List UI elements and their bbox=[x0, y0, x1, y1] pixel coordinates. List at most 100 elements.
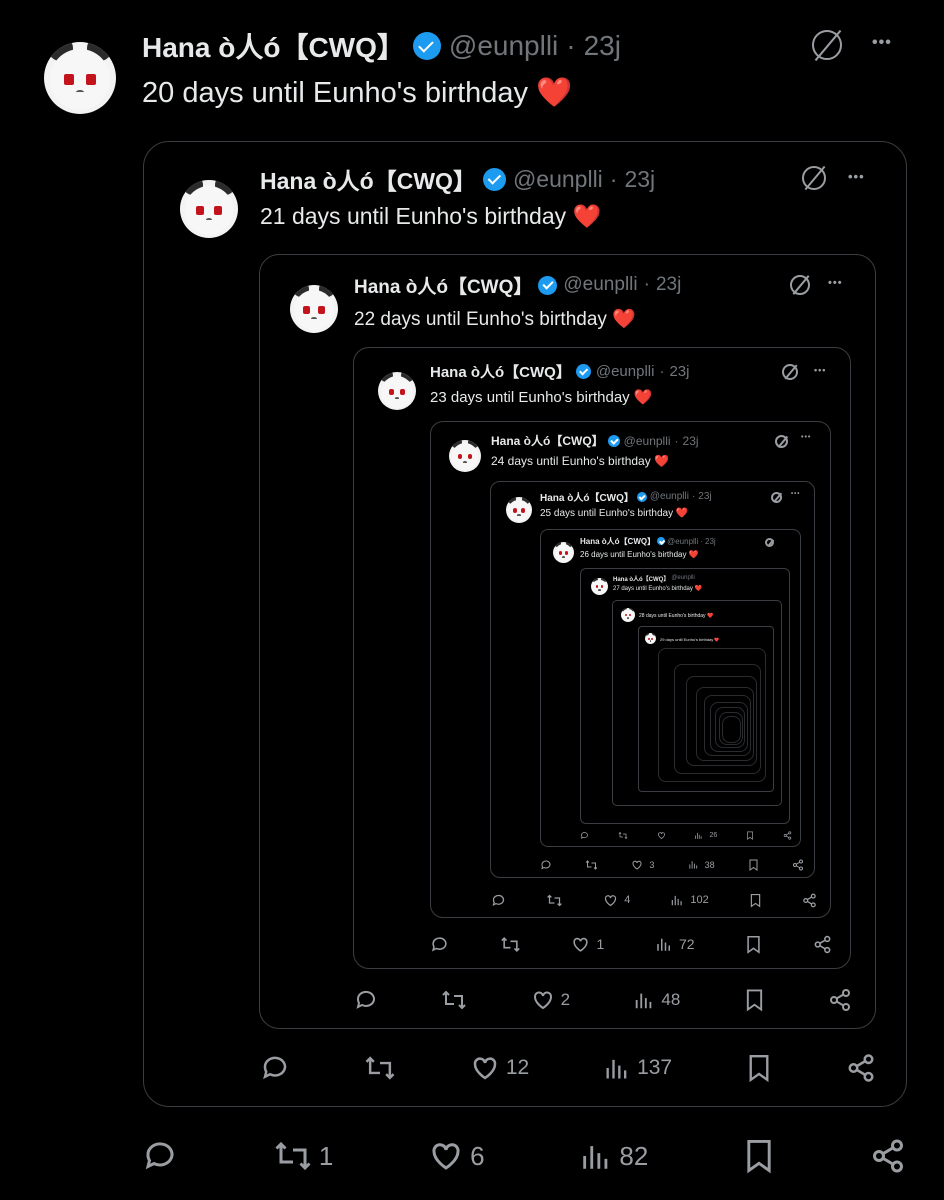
tweet-text: 27 days until Eunho's birthday bbox=[613, 586, 693, 592]
views-button[interactable]: 72 bbox=[655, 935, 695, 953]
timestamp[interactable]: 23j bbox=[669, 363, 689, 380]
share-button[interactable] bbox=[813, 935, 832, 954]
reply-button[interactable] bbox=[142, 1138, 178, 1174]
grok-icon[interactable] bbox=[771, 492, 782, 503]
retweet-button[interactable]: 1 bbox=[273, 1138, 333, 1174]
author-handle[interactable]: @eunplli bbox=[449, 30, 558, 62]
more-icon[interactable]: ••• bbox=[801, 434, 811, 441]
retweet-button[interactable] bbox=[546, 893, 563, 908]
retweet-button[interactable] bbox=[585, 859, 598, 871]
reply-button[interactable] bbox=[540, 859, 552, 871]
views-icon bbox=[672, 895, 683, 906]
reply-icon bbox=[145, 1142, 174, 1170]
like-button[interactable]: 12 bbox=[470, 1053, 529, 1083]
author-handle[interactable]: @eunplli bbox=[596, 363, 655, 380]
heart-icon bbox=[605, 894, 617, 906]
author-handle[interactable]: @eunplli bbox=[671, 575, 694, 581]
reply-button[interactable] bbox=[430, 935, 449, 954]
bookmark-icon bbox=[747, 935, 760, 954]
retweet-icon bbox=[618, 831, 628, 839]
reply-button[interactable] bbox=[580, 831, 589, 840]
bookmark-button[interactable] bbox=[744, 988, 765, 1012]
more-icon[interactable]: ••• bbox=[872, 34, 892, 52]
heart-icon bbox=[657, 831, 665, 839]
avatar[interactable] bbox=[180, 180, 238, 238]
author-name[interactable]: Hana ò⼈ó【CWQ】 bbox=[491, 432, 604, 449]
grok-icon[interactable] bbox=[775, 435, 788, 448]
bookmark-button[interactable] bbox=[746, 831, 754, 840]
more-icon[interactable]: ••• bbox=[828, 277, 843, 289]
bookmark-button[interactable] bbox=[745, 935, 762, 954]
author-name[interactable]: Hana ò⼈ó【CWQ】 bbox=[430, 361, 571, 382]
like-button[interactable]: 6 bbox=[428, 1138, 485, 1174]
timestamp[interactable]: 23j bbox=[698, 491, 711, 502]
views-button[interactable]: 48 bbox=[633, 989, 680, 1011]
like-button[interactable]: 2 bbox=[531, 988, 570, 1012]
bookmark-button[interactable] bbox=[749, 893, 762, 908]
author-name[interactable]: Hana ò⼈ó【CWQ】 bbox=[142, 26, 405, 66]
avatar[interactable] bbox=[621, 608, 635, 622]
reply-button[interactable] bbox=[260, 1053, 290, 1083]
reply-button[interactable] bbox=[491, 893, 506, 908]
timestamp[interactable]: 23j bbox=[705, 537, 716, 546]
like-button[interactable] bbox=[657, 831, 666, 840]
retweet-icon bbox=[547, 894, 562, 906]
share-button[interactable] bbox=[846, 1053, 876, 1083]
avatar[interactable] bbox=[378, 372, 416, 410]
share-button[interactable] bbox=[870, 1138, 906, 1174]
avatar[interactable] bbox=[553, 542, 574, 563]
grok-icon[interactable] bbox=[802, 166, 826, 190]
author-name[interactable]: Hana ò⼈ó【CWQ】 bbox=[540, 489, 634, 504]
grok-icon[interactable] bbox=[790, 275, 810, 295]
avatar[interactable] bbox=[449, 440, 481, 472]
timestamp[interactable]: 23j bbox=[584, 30, 621, 62]
views-button[interactable]: 102 bbox=[670, 893, 709, 907]
like-button[interactable]: 4 bbox=[603, 893, 630, 908]
timestamp[interactable]: 23j bbox=[624, 166, 655, 193]
avatar[interactable] bbox=[506, 497, 532, 523]
views-button[interactable]: 26 bbox=[694, 831, 717, 840]
retweet-button[interactable] bbox=[441, 988, 467, 1012]
views-button[interactable]: 137 bbox=[603, 1054, 672, 1082]
author-handle[interactable]: @eunplli bbox=[563, 274, 637, 296]
bookmark-button[interactable] bbox=[748, 859, 759, 871]
heart-emoji: ❤️ bbox=[694, 586, 703, 592]
author-handle[interactable]: @eunplli bbox=[667, 537, 698, 546]
retweet-button[interactable] bbox=[364, 1053, 396, 1083]
views-button[interactable]: 38 bbox=[688, 859, 715, 870]
share-button[interactable] bbox=[783, 830, 792, 840]
grok-icon[interactable] bbox=[812, 30, 842, 60]
bookmark-button[interactable] bbox=[743, 1138, 775, 1174]
grok-icon[interactable] bbox=[765, 538, 774, 547]
author-handle[interactable]: @eunplli bbox=[513, 166, 603, 193]
timestamp[interactable]: 23j bbox=[683, 434, 699, 448]
bookmark-button[interactable] bbox=[746, 1053, 772, 1083]
more-icon[interactable]: ••• bbox=[814, 365, 826, 375]
verified-badge-icon bbox=[575, 363, 591, 379]
bookmark-icon bbox=[747, 1140, 771, 1174]
more-icon[interactable]: ••• bbox=[791, 491, 800, 497]
like-button[interactable]: 1 bbox=[571, 935, 604, 954]
author-name[interactable]: Hana ò⼈ó【CWQ】 bbox=[613, 574, 669, 583]
author-handle[interactable]: @eunplli bbox=[650, 491, 689, 502]
share-button[interactable] bbox=[792, 859, 804, 871]
grok-icon[interactable] bbox=[782, 364, 798, 380]
share-button[interactable] bbox=[828, 988, 852, 1012]
views-button[interactable]: 82 bbox=[579, 1139, 648, 1173]
avatar[interactable] bbox=[591, 578, 608, 595]
timestamp[interactable]: 23j bbox=[656, 274, 681, 296]
avatar[interactable] bbox=[44, 42, 116, 114]
like-button[interactable]: 3 bbox=[631, 859, 654, 871]
avatar[interactable] bbox=[290, 285, 338, 333]
author-handle[interactable]: @eunplli bbox=[624, 434, 671, 448]
share-icon bbox=[848, 1054, 874, 1082]
author-name[interactable]: Hana ò⼈ó【CWQ】 bbox=[260, 162, 476, 196]
retweet-button[interactable] bbox=[618, 831, 628, 840]
author-name[interactable]: Hana ò⼈ó【CWQ】 bbox=[580, 536, 655, 547]
share-button[interactable] bbox=[802, 893, 817, 908]
retweet-button[interactable] bbox=[500, 935, 521, 954]
more-icon[interactable]: ••• bbox=[848, 169, 865, 184]
reply-button[interactable] bbox=[354, 988, 378, 1012]
author-name[interactable]: Hana ò⼈ó【CWQ】 bbox=[354, 272, 532, 299]
avatar[interactable] bbox=[645, 633, 656, 644]
